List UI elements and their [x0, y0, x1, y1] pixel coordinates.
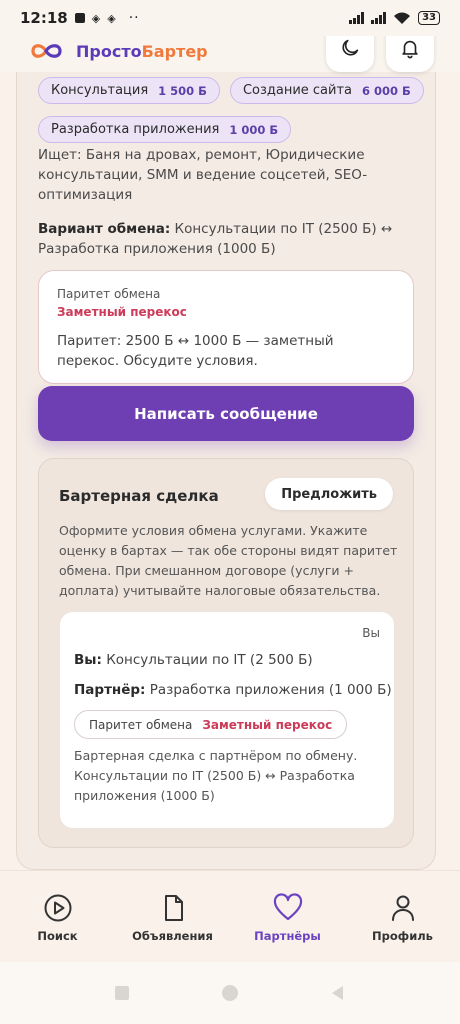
logo-icon: [30, 41, 66, 61]
more-notifications-icon: ··: [128, 10, 140, 26]
deal-title: Бартерная сделка: [59, 487, 219, 505]
wifi-icon: [394, 12, 411, 24]
recent-apps-icon[interactable]: [113, 984, 131, 1002]
parity-status: Заметный перекос: [57, 305, 187, 319]
offer-text: Бартерная сделка с партнёром по обмену. …: [74, 748, 358, 803]
exchange-variant: Вариант обмена: Консультации по IT (2500…: [38, 221, 393, 257]
brand-name[interactable]: ПростоБартер: [76, 42, 208, 61]
wants-text: Ищет: Баня на дровах, ремонт, Юридически…: [38, 147, 368, 203]
battery-icon: 33: [418, 11, 440, 25]
service-chip[interactable]: Создание сайта 6 000 Б: [229, 77, 424, 104]
notification-icon: [74, 13, 85, 23]
nav-listings[interactable]: Объявления: [115, 871, 230, 962]
document-icon: [164, 895, 183, 921]
back-icon[interactable]: [329, 984, 347, 1002]
offer-partner-line: Партнёр: Разработка приложения (1 000 Б): [74, 682, 392, 698]
nav-search[interactable]: Поиск: [0, 871, 115, 962]
app-screen: 12:18 ◈ ◈ ·· 33 ПростоБартер Консультаци…: [0, 0, 460, 1024]
nav-partners[interactable]: Партнёры: [230, 871, 345, 962]
offer-author: Вы: [362, 626, 380, 640]
write-message-button[interactable]: Написать сообщение: [38, 386, 414, 441]
app-notification-icon-2: ◈: [107, 11, 116, 25]
barter-deal-card: Бартерная сделка Предложить Оформите усл…: [38, 458, 414, 848]
signal-icon-2: [371, 12, 387, 24]
status-bar: 12:18 ◈ ◈ ·· 33: [0, 0, 460, 36]
system-navigation: [0, 962, 460, 1024]
parity-title: Паритет обмена: [57, 287, 161, 301]
status-time: 12:18: [20, 9, 68, 27]
offer-card[interactable]: Вы Вы: Консультации по IT (2 500 Б) Парт…: [59, 611, 395, 829]
home-icon[interactable]: [221, 984, 239, 1002]
nav-profile[interactable]: Профиль: [345, 871, 460, 962]
deal-description: Оформите условия обмена услугами. Укажит…: [59, 523, 398, 598]
user-icon: [391, 895, 414, 921]
propose-button[interactable]: Предложить: [265, 478, 393, 510]
parity-badge: Паритет обмена Заметный перекос: [74, 710, 348, 739]
service-chips: Консультация 1 500 Б Создание сайта 6 000 …: [38, 77, 424, 155]
moon-icon: [342, 39, 359, 56]
app-notification-icon: ◈: [91, 11, 101, 25]
bottom-navigation: Поиск Объявления Партнёры Профиль: [0, 870, 460, 962]
offer-you-line: Вы: Консультации по IT (2 500 Б): [74, 652, 313, 668]
parity-text: Паритет: 2500 Б ↔ 1000 Б — заметный пере…: [57, 333, 334, 369]
play-icon: [44, 894, 71, 922]
app-header: ПростоБартер: [0, 24, 460, 72]
heart-icon: [273, 893, 302, 921]
service-chip[interactable]: Разработка приложения 1 000 Б: [38, 116, 292, 143]
bell-icon: [402, 40, 418, 59]
parity-panel: Паритет обмена Заметный перекос Паритет:…: [38, 270, 414, 384]
service-chip[interactable]: Консультация 1 500 Б: [38, 77, 220, 104]
signal-icon: [349, 12, 365, 24]
